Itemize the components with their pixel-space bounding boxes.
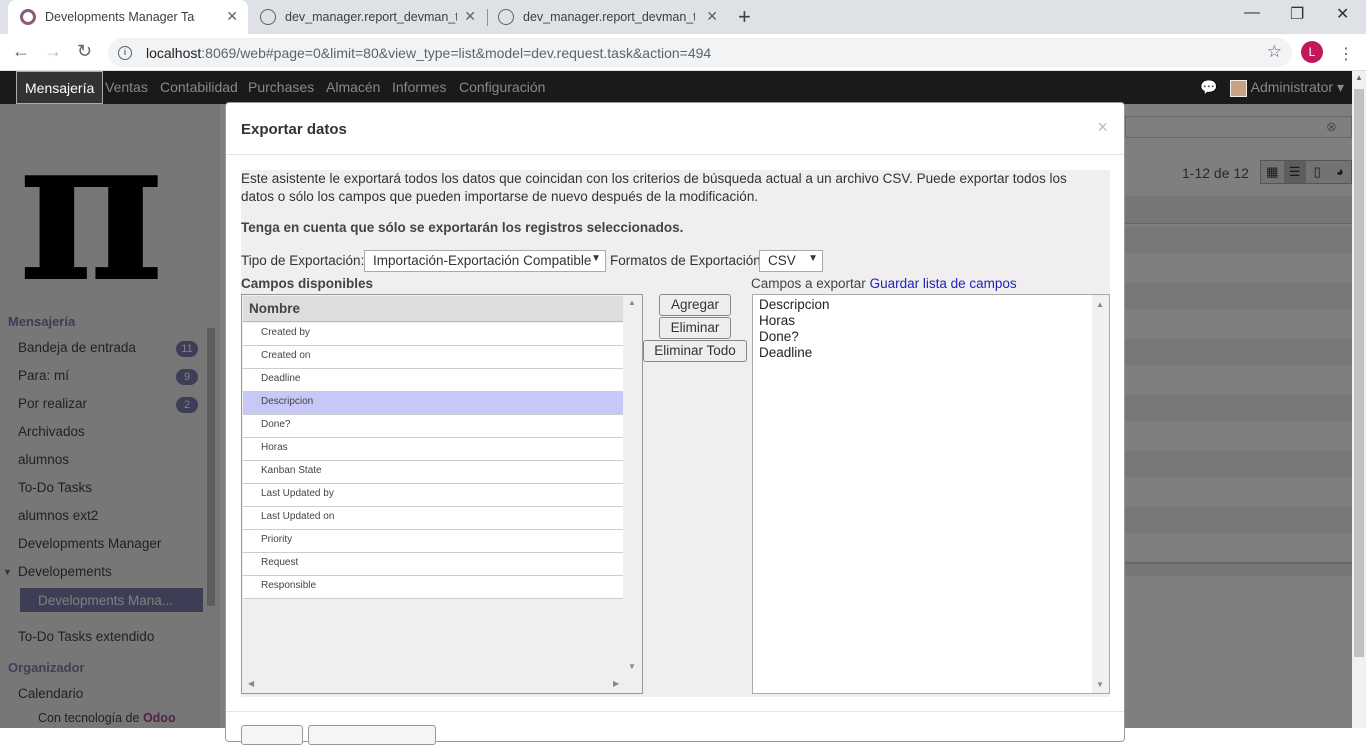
- remove-all-button[interactable]: Eliminar Todo: [643, 340, 747, 362]
- user-menu[interactable]: Administrator ▾: [1251, 79, 1344, 96]
- tree-horizontal-scrollbar[interactable]: ◀ ▶: [243, 677, 625, 693]
- field-row[interactable]: Request: [243, 553, 623, 576]
- scroll-up-icon[interactable]: ▲: [1096, 297, 1104, 313]
- minimize-icon[interactable]: —: [1244, 4, 1260, 22]
- field-row[interactable]: Created by: [243, 323, 623, 346]
- field-row[interactable]: Last Updated on: [243, 507, 623, 530]
- export-note: Tenga en cuenta que sólo se exportarán l…: [241, 220, 684, 235]
- globe-icon: [260, 9, 276, 25]
- export-type-select[interactable]: Importación-Exportación Compatible ▼: [364, 250, 606, 272]
- tree-vertical-scrollbar[interactable]: ▲ ▼: [624, 296, 642, 680]
- export-fields-list[interactable]: Descripcion Horas Done? Deadline ▲ ▼: [752, 294, 1110, 694]
- close-icon[interactable]: ×: [1097, 117, 1108, 138]
- export-field-item[interactable]: Done?: [759, 329, 1103, 345]
- reload-icon[interactable]: ↻: [77, 41, 92, 62]
- field-row[interactable]: Deadline: [243, 369, 623, 392]
- close-tab-icon[interactable]: ✕: [706, 8, 718, 25]
- field-row[interactable]: Created on: [243, 346, 623, 369]
- user-avatar[interactable]: [1230, 80, 1247, 97]
- close-button[interactable]: [308, 725, 436, 745]
- browser-tab-strip: Developments Manager Task - O ✕ dev_mana…: [0, 0, 1366, 34]
- export-intro-text: Este asistente le exportará todos los da…: [241, 171, 1067, 204]
- browser-menu-icon[interactable]: ⋮: [1338, 44, 1354, 64]
- save-field-list-link[interactable]: Guardar lista de campos: [870, 276, 1017, 291]
- field-row-selected[interactable]: Descripcion: [243, 392, 623, 415]
- bookmark-star-icon[interactable]: ☆: [1267, 42, 1282, 62]
- chat-icon[interactable]: 💬: [1200, 79, 1217, 96]
- field-row[interactable]: Done?: [243, 415, 623, 438]
- odoo-favicon-icon: [20, 9, 36, 25]
- field-row[interactable]: Last Updated by: [243, 484, 623, 507]
- export-button[interactable]: [241, 725, 303, 745]
- scroll-up-icon[interactable]: ▲: [628, 298, 636, 307]
- export-field-item[interactable]: Descripcion: [759, 297, 1103, 313]
- tab-title: Developments Manager Task - O: [45, 10, 195, 24]
- close-tab-icon[interactable]: ✕: [226, 8, 238, 25]
- export-fields-title: Campos a exportar Guardar lista de campo…: [751, 276, 1017, 291]
- field-row[interactable]: Responsible: [243, 576, 623, 599]
- browser-tab-active[interactable]: Developments Manager Task - O ✕: [8, 0, 248, 34]
- field-row[interactable]: Horas: [243, 438, 623, 461]
- menu-configuracion[interactable]: Configuración: [459, 71, 545, 104]
- available-fields-title: Campos disponibles: [241, 276, 374, 291]
- export-format-label: Formatos de Exportación: [610, 253, 761, 268]
- new-tab-icon[interactable]: +: [738, 4, 751, 30]
- export-dialog: Exportar datos × Este asistente le expor…: [225, 102, 1125, 745]
- export-type-label: Tipo de Exportación:: [241, 253, 365, 268]
- dialog-title: Exportar datos: [241, 121, 347, 138]
- export-field-item[interactable]: Horas: [759, 313, 1103, 329]
- globe-icon: [498, 9, 514, 25]
- dropdown-arrow-icon: ▼: [808, 253, 818, 264]
- url-rest: :8069/web#page=0&limit=80&view_type=list…: [201, 44, 712, 61]
- scroll-down-icon[interactable]: ▼: [628, 662, 636, 671]
- restore-icon[interactable]: ❐: [1290, 4, 1304, 24]
- scroll-left-icon[interactable]: ◀: [248, 679, 254, 688]
- export-format-select[interactable]: CSV ▼: [759, 250, 823, 272]
- remove-field-button[interactable]: Eliminar: [659, 317, 731, 339]
- browser-tab[interactable]: dev_manager.report_devman_tas ✕: [488, 0, 728, 34]
- close-tab-icon[interactable]: ✕: [464, 8, 476, 25]
- menu-contabilidad[interactable]: Contabilidad: [160, 71, 238, 104]
- dialog-header: Exportar datos ×: [226, 103, 1124, 155]
- page-scrollbar[interactable]: ▲: [1352, 71, 1366, 728]
- odoo-top-menu: Mensajería Ventas Contabilidad Purchases…: [0, 71, 1352, 104]
- back-icon[interactable]: ←: [12, 41, 30, 62]
- export-list-scrollbar[interactable]: ▲ ▼: [1092, 295, 1109, 693]
- url-host: localhost: [146, 44, 202, 61]
- window-close-icon[interactable]: ✕: [1336, 4, 1349, 24]
- forward-icon[interactable]: →: [44, 41, 62, 62]
- field-row[interactable]: Priority: [243, 530, 623, 553]
- add-field-button[interactable]: Agregar: [659, 294, 731, 316]
- tree-header: Nombre: [243, 296, 623, 322]
- tab-title: dev_manager.report_devman_tas: [523, 10, 695, 24]
- scroll-up-icon[interactable]: ▲: [1355, 73, 1363, 82]
- tab-title: dev_manager.report_devman_tas: [285, 10, 457, 24]
- menu-informes[interactable]: Informes: [392, 71, 446, 104]
- dropdown-arrow-icon: ▼: [591, 253, 601, 264]
- url-input[interactable]: i localhost:8069/web#page=0&limit=80&vie…: [108, 38, 1292, 67]
- browser-tab[interactable]: dev_manager.report_devman_tas ✕: [250, 0, 486, 34]
- profile-avatar[interactable]: L: [1301, 41, 1323, 63]
- address-bar-row: ← → ↻ i localhost:8069/web#page=0&limit=…: [0, 34, 1366, 71]
- export-field-item[interactable]: Deadline: [759, 345, 1103, 361]
- info-icon[interactable]: i: [118, 45, 132, 60]
- scroll-right-icon[interactable]: ▶: [613, 679, 619, 688]
- menu-purchases[interactable]: Purchases: [248, 71, 314, 104]
- field-row[interactable]: Kanban State: [243, 461, 623, 484]
- available-fields-tree: Nombre Created by Created on Deadline De…: [241, 294, 643, 694]
- scroll-down-icon[interactable]: ▼: [1096, 677, 1104, 693]
- menu-almacen[interactable]: Almacén: [326, 71, 380, 104]
